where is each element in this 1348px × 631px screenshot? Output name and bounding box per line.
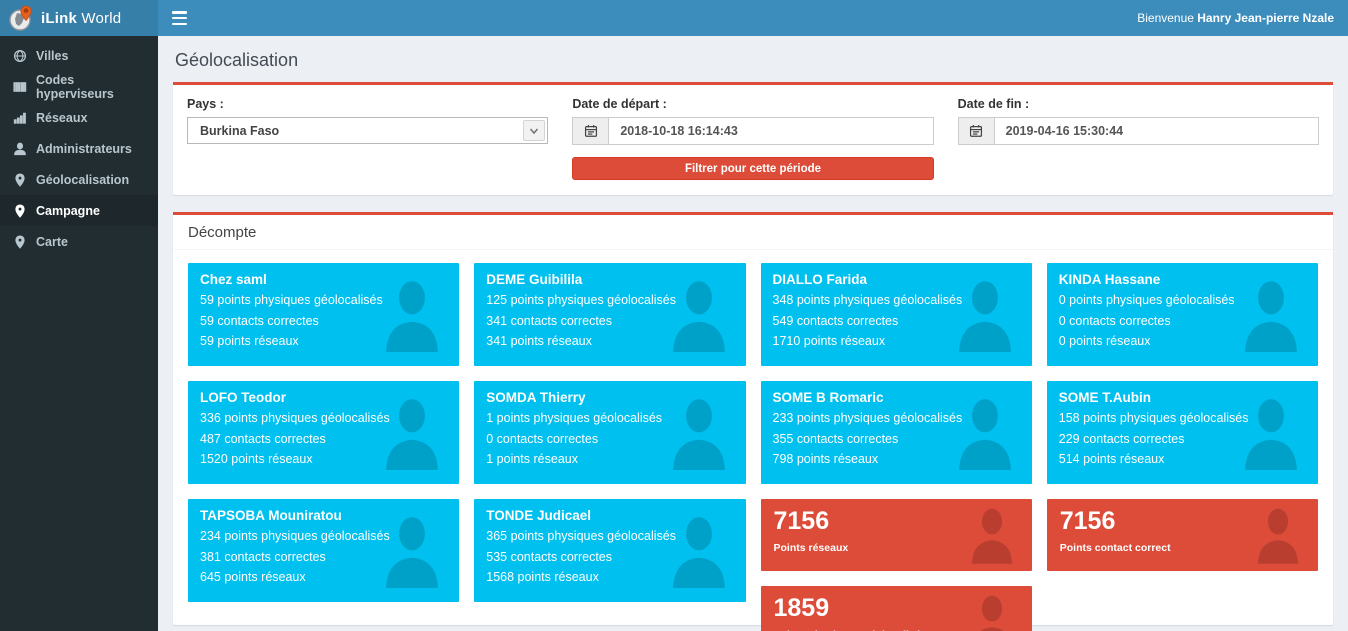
sidebar-item-label: Réseaux — [36, 111, 87, 125]
person-silhouette-icon — [954, 396, 1016, 470]
date-end-input[interactable]: 2019-04-16 15:30:44 — [995, 118, 1318, 144]
sidebar-item-villes[interactable]: Villes — [0, 40, 158, 71]
person-silhouette-icon — [668, 278, 730, 352]
globe-icon — [12, 48, 27, 63]
person-silhouette-icon — [668, 514, 730, 588]
map-marker-icon — [12, 172, 27, 187]
sidebar-item-label: Campagne — [36, 204, 100, 218]
user-card: TAPSOBA Mouniratou 234 points physiques … — [188, 499, 459, 602]
user-card: SOMDA Thierry 1 points physiques géoloca… — [474, 381, 745, 484]
globe-pin-logo-icon — [8, 5, 34, 32]
decompte-box: Décompte Chez saml 59 points physiques g… — [173, 212, 1333, 625]
date-start-field-group: Date de départ : 2018-10-18 16:14:43 Fil… — [572, 97, 933, 180]
user-card: SOME T.Aubin 158 points physiques géoloc… — [1047, 381, 1318, 484]
person-silhouette-icon — [381, 396, 443, 470]
user-card: SOME B Romaric 233 points physiques géol… — [761, 381, 1032, 484]
map-marker-icon — [12, 234, 27, 249]
sidebar-item-codes-hyperviseurs[interactable]: Codes hyperviseurs — [0, 71, 158, 102]
sidebar-item-label: Géolocalisation — [36, 173, 129, 187]
calendar-icon[interactable] — [573, 118, 609, 144]
person-silhouette-icon — [1254, 506, 1302, 564]
person-silhouette-icon — [968, 506, 1016, 564]
barcode-icon — [12, 79, 27, 94]
brand-name: iLink World — [41, 10, 121, 27]
person-silhouette-icon — [1240, 396, 1302, 470]
cards-column: DEME Guibilila 125 points physiques géol… — [474, 263, 745, 602]
date-end-field-group: Date de fin : 2019-04-16 15:30:44 — [958, 97, 1319, 180]
sidebar-item-label: Codes hyperviseurs — [36, 73, 146, 101]
summary-card-points-reseaux: 7156 Points réseaux — [761, 499, 1032, 571]
decompte-title: Décompte — [173, 215, 1333, 250]
person-silhouette-icon — [1240, 278, 1302, 352]
sidebar-item-label: Carte — [36, 235, 68, 249]
sidebar-item-geolocalisation[interactable]: Géolocalisation — [0, 164, 158, 195]
user-card: DEME Guibilila 125 points physiques géol… — [474, 263, 745, 366]
sidebar-menu: Villes Codes hyperviseurs Réseaux Admini… — [0, 36, 158, 257]
sidebar-item-administrateurs[interactable]: Administrateurs — [0, 133, 158, 164]
sidebar-item-label: Administrateurs — [36, 142, 132, 156]
hamburger-menu-icon[interactable] — [172, 11, 192, 25]
pays-select[interactable]: Burkina Faso — [187, 117, 548, 144]
sidebar-item-carte[interactable]: Carte — [0, 226, 158, 257]
page-title: Géolocalisation — [175, 50, 1331, 71]
chevron-down-icon — [523, 120, 545, 141]
pays-label: Pays : — [187, 97, 548, 111]
calendar-icon[interactable] — [959, 118, 995, 144]
person-silhouette-icon — [954, 278, 1016, 352]
date-start-input[interactable]: 2018-10-18 16:14:43 — [609, 118, 932, 144]
user-card: LOFO Teodor 336 points physiques géoloca… — [188, 381, 459, 484]
person-silhouette-icon — [668, 396, 730, 470]
content-area: Géolocalisation Pays : Burkina Faso Date… — [158, 36, 1348, 631]
user-card: Chez saml 59 points physiques géolocalis… — [188, 263, 459, 366]
cards-grid: Chez saml 59 points physiques géolocalis… — [173, 250, 1333, 631]
filter-period-button[interactable]: Filtrer pour cette période — [572, 157, 933, 180]
app-window: iLink World Villes Codes hyperviseurs Ré… — [0, 0, 1348, 631]
date-end-input-group: 2019-04-16 15:30:44 — [958, 117, 1319, 145]
user-icon — [12, 141, 27, 156]
sidebar-item-label: Villes — [36, 49, 68, 63]
date-end-label: Date de fin : — [958, 97, 1319, 111]
map-marker-icon — [12, 203, 27, 218]
person-silhouette-icon — [968, 593, 1016, 631]
main-area: Bienvenue Hanry Jean-pierre Nzale Géoloc… — [158, 0, 1348, 631]
user-card: KINDA Hassane 0 points physiques géoloca… — [1047, 263, 1318, 366]
user-card: TONDE Judicael 365 points physiques géol… — [474, 499, 745, 602]
filter-box: Pays : Burkina Faso Date de départ : 201… — [173, 82, 1333, 195]
cards-column: Chez saml 59 points physiques géolocalis… — [188, 263, 459, 602]
sidebar: iLink World Villes Codes hyperviseurs Ré… — [0, 0, 158, 631]
summary-card-points-physiques: 1859 Points physiques géolocalisés — [761, 586, 1032, 631]
welcome-message: Bienvenue Hanry Jean-pierre Nzale — [1137, 11, 1334, 25]
person-silhouette-icon — [381, 514, 443, 588]
user-card: DIALLO Farida 348 points physiques géolo… — [761, 263, 1032, 366]
person-silhouette-icon — [381, 278, 443, 352]
summary-card-points-contact: 7156 Points contact correct — [1047, 499, 1318, 571]
pays-field-group: Pays : Burkina Faso — [187, 97, 548, 180]
date-start-label: Date de départ : — [572, 97, 933, 111]
date-start-input-group: 2018-10-18 16:14:43 — [572, 117, 933, 145]
sidebar-item-reseaux[interactable]: Réseaux — [0, 102, 158, 133]
cards-column: KINDA Hassane 0 points physiques géoloca… — [1047, 263, 1318, 571]
cards-column: DIALLO Farida 348 points physiques géolo… — [761, 263, 1032, 631]
top-navbar: Bienvenue Hanry Jean-pierre Nzale — [158, 0, 1348, 36]
brand-logo[interactable]: iLink World — [0, 0, 158, 36]
pays-selected-value: Burkina Faso — [188, 124, 523, 138]
sidebar-item-campagne[interactable]: Campagne — [0, 195, 158, 226]
signal-icon — [12, 110, 27, 125]
